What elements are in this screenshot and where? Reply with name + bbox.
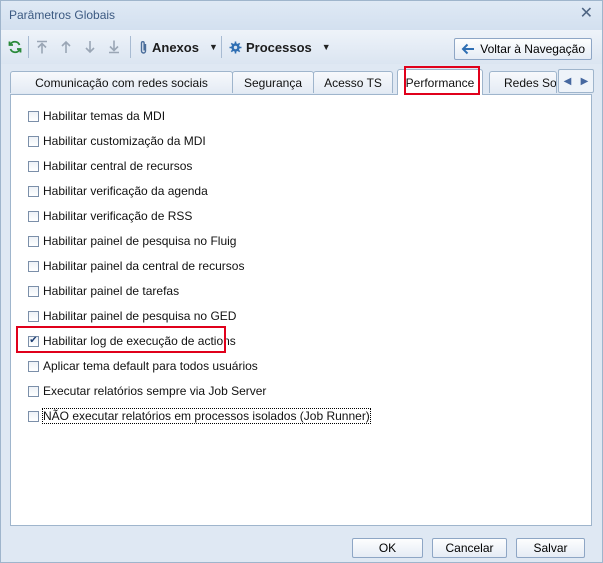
tab-scroll-left-icon[interactable]: ◀ bbox=[564, 76, 572, 87]
option-row[interactable]: Habilitar painel de tarefas bbox=[28, 283, 179, 299]
tab-strip: Comunicação com redes sociais Segurança … bbox=[1, 64, 602, 95]
processes-label: Processos bbox=[246, 39, 312, 55]
option-label: Habilitar painel de tarefas bbox=[43, 284, 180, 298]
checkbox[interactable] bbox=[28, 160, 39, 172]
ok-label: OK bbox=[378, 541, 397, 555]
option-row[interactable]: Habilitar temas da MDI bbox=[28, 108, 165, 124]
paperclip-icon bbox=[140, 40, 147, 54]
window-title: Parâmetros Globais bbox=[9, 8, 116, 22]
toolbar-separator bbox=[130, 36, 131, 58]
back-to-navigation-label: Voltar à Navegação bbox=[480, 42, 585, 56]
option-label: Habilitar verificação de RSS bbox=[43, 209, 193, 223]
tab-label: Acesso TS bbox=[324, 75, 382, 90]
option-label: NÃO executar relatórios em processos iso… bbox=[42, 408, 371, 424]
performance-options-panel: Habilitar temas da MDI Habilitar customi… bbox=[10, 94, 592, 526]
refresh-icon[interactable] bbox=[7, 38, 23, 56]
toolbar-separator bbox=[221, 36, 222, 58]
chevron-down-icon: ▼ bbox=[208, 42, 218, 52]
chevron-down-icon: ▼ bbox=[321, 42, 331, 52]
option-row[interactable]: Habilitar central de recursos bbox=[28, 158, 192, 174]
option-label: Habilitar painel da central de recursos bbox=[43, 259, 245, 273]
ok-button[interactable]: OK bbox=[352, 538, 423, 558]
option-row[interactable]: Habilitar painel da central de recursos bbox=[28, 258, 244, 274]
toolbar-separator bbox=[28, 36, 29, 58]
option-label: Habilitar painel de pesquisa no Fluig bbox=[43, 234, 237, 248]
option-row[interactable]: Habilitar painel de pesquisa no Fluig bbox=[28, 233, 236, 249]
checkbox[interactable] bbox=[28, 310, 39, 322]
option-label: Habilitar painel de pesquisa no GED bbox=[43, 309, 237, 323]
save-button[interactable]: Salvar bbox=[516, 538, 585, 558]
tab-social-networks-2[interactable]: Redes So bbox=[489, 71, 557, 93]
option-label: Habilitar temas da MDI bbox=[43, 109, 166, 123]
tab-social-networks[interactable]: Comunicação com redes sociais bbox=[10, 71, 233, 93]
checkbox[interactable] bbox=[28, 410, 39, 422]
checkbox[interactable] bbox=[28, 110, 39, 122]
gear-icon bbox=[229, 41, 242, 53]
cancel-button[interactable]: Cancelar bbox=[432, 538, 507, 558]
attachments-dropdown[interactable]: Anexos ▼ bbox=[139, 38, 218, 56]
title-bar: Parâmetros Globais ✕ bbox=[1, 1, 602, 30]
option-label: Habilitar central de recursos bbox=[43, 159, 193, 173]
option-row[interactable]: Habilitar customização da MDI bbox=[28, 133, 206, 149]
checkbox-checked[interactable]: ✔ bbox=[28, 335, 39, 347]
option-row[interactable]: Habilitar verificação de RSS bbox=[28, 208, 192, 224]
tab-scroll-right-icon[interactable]: ▶ bbox=[581, 76, 589, 87]
tab-scroll-buttons: ◀ ▶ bbox=[558, 69, 594, 93]
back-to-navigation-button[interactable]: Voltar à Navegação bbox=[454, 38, 592, 60]
processes-dropdown[interactable]: Processos ▼ bbox=[229, 38, 331, 56]
option-row[interactable]: ✔ Habilitar log de execução de actions bbox=[28, 333, 236, 349]
checkbox[interactable] bbox=[28, 260, 39, 272]
checkbox[interactable] bbox=[28, 235, 39, 247]
option-row[interactable]: NÃO executar relatórios em processos iso… bbox=[28, 408, 371, 424]
cancel-label: Cancelar bbox=[445, 541, 494, 555]
option-label: Habilitar log de execução de actions bbox=[43, 334, 236, 348]
close-icon[interactable]: ✕ bbox=[580, 6, 593, 22]
tab-performance[interactable]: Performance bbox=[397, 69, 483, 95]
option-label: Habilitar verificação da agenda bbox=[43, 184, 208, 198]
arrow-left-icon bbox=[461, 43, 475, 55]
option-row[interactable]: Executar relatórios sempre via Job Serve… bbox=[28, 383, 266, 399]
option-label: Habilitar customização da MDI bbox=[43, 134, 206, 148]
tab-ts-access[interactable]: Acesso TS bbox=[313, 71, 393, 93]
checkbox[interactable] bbox=[28, 135, 39, 147]
tab-label: Redes So bbox=[504, 75, 557, 90]
tab-label: Comunicação com redes sociais bbox=[35, 75, 208, 90]
checkbox[interactable] bbox=[28, 185, 39, 197]
checkbox[interactable] bbox=[28, 210, 39, 222]
checkbox[interactable] bbox=[28, 360, 39, 372]
move-up-icon[interactable] bbox=[58, 38, 74, 56]
toolbar: Anexos ▼ Processos ▼ Voltar à Navegação bbox=[1, 30, 602, 64]
option-row[interactable]: Aplicar tema default para todos usuários bbox=[28, 358, 258, 374]
save-label: Salvar bbox=[533, 541, 568, 555]
tab-label: Performance bbox=[405, 75, 475, 90]
option-row[interactable]: Habilitar painel de pesquisa no GED bbox=[28, 308, 236, 324]
option-row[interactable]: Habilitar verificação da agenda bbox=[28, 183, 208, 199]
move-down-icon[interactable] bbox=[82, 38, 98, 56]
move-last-icon[interactable] bbox=[106, 38, 122, 56]
option-label: Executar relatórios sempre via Job Serve… bbox=[43, 384, 267, 398]
tab-security[interactable]: Segurança bbox=[232, 71, 314, 93]
option-label: Aplicar tema default para todos usuários bbox=[43, 359, 258, 373]
attachments-label: Anexos bbox=[152, 39, 199, 55]
global-parameters-window: Parâmetros Globais ✕ Anexos ▼ Processos bbox=[0, 0, 603, 563]
checkbox[interactable] bbox=[28, 385, 39, 397]
tab-label: Segurança bbox=[243, 75, 303, 90]
checkbox[interactable] bbox=[28, 285, 39, 297]
move-first-icon[interactable] bbox=[34, 38, 50, 56]
